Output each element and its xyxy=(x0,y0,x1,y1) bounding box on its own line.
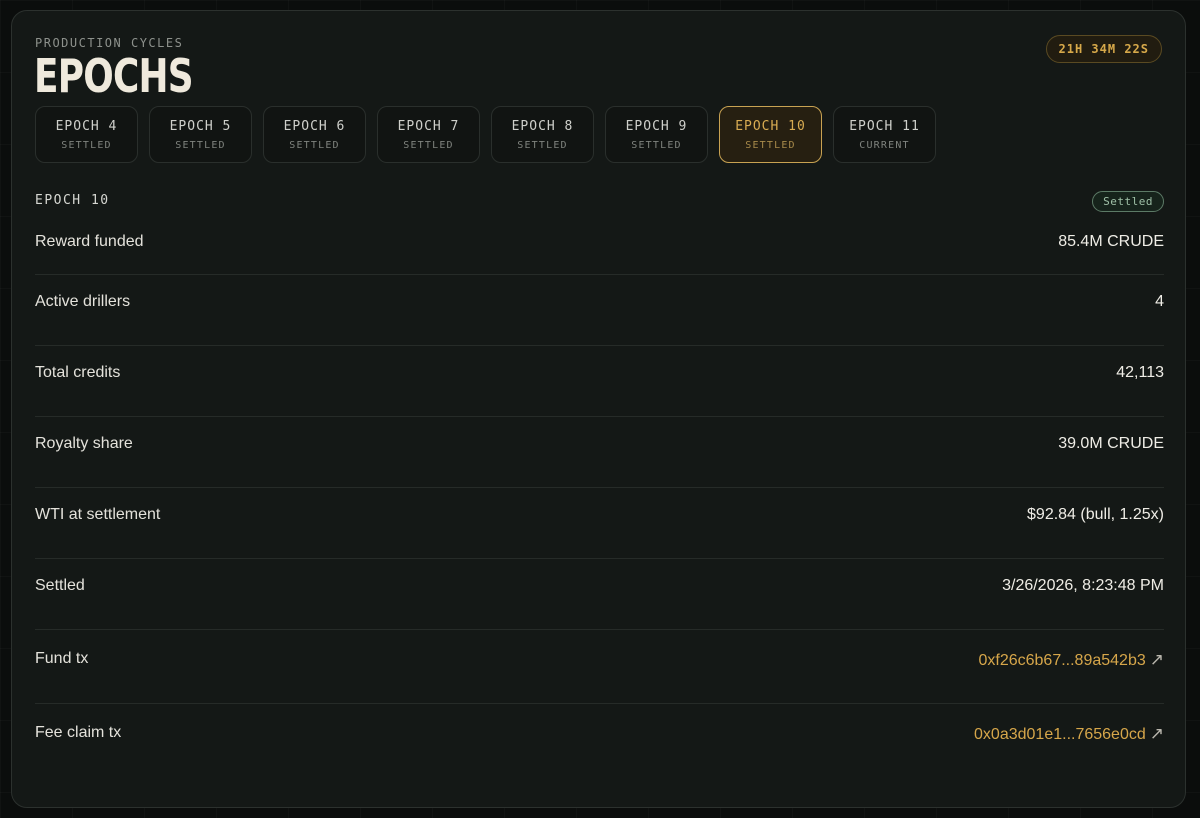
row-active-drillers: Active drillers 4 xyxy=(35,275,1164,346)
tab-label: EPOCH 5 xyxy=(169,118,232,134)
tab-epoch-10[interactable]: EPOCH 10 SETTLED xyxy=(719,106,822,163)
row-label: Total credits xyxy=(35,364,121,381)
tx-hash: 0x0a3d01e1...7656e0cd xyxy=(974,726,1146,743)
row-total-credits: Total credits 42,113 xyxy=(35,346,1164,417)
tab-label: EPOCH 9 xyxy=(625,118,688,134)
epochs-panel: PRODUCTION CYCLES EPOCHS 21H 34M 22S EPO… xyxy=(11,10,1186,808)
row-label: Fee claim tx xyxy=(35,724,122,741)
status-badge: Settled xyxy=(1092,191,1164,212)
tab-status: SETTLED xyxy=(631,139,682,151)
tab-status: SETTLED xyxy=(289,139,340,151)
tab-label: EPOCH 4 xyxy=(55,118,118,134)
row-value: 39.0M CRUDE xyxy=(1058,435,1164,452)
row-value: 4 xyxy=(1155,293,1164,310)
row-value: 85.4M CRUDE xyxy=(1058,233,1164,250)
countdown-timer: 21H 34M 22S xyxy=(1045,35,1162,63)
external-link-arrow-icon: ↗ xyxy=(1149,724,1164,743)
row-label: Settled xyxy=(35,577,85,594)
row-label: Royalty share xyxy=(35,435,133,452)
tab-epoch-5[interactable]: EPOCH 5 SETTLED xyxy=(149,106,252,163)
row-value: 42,113 xyxy=(1116,364,1164,381)
row-value: $92.84 (bull, 1.25x) xyxy=(1027,506,1164,523)
tx-hash: 0xf26c6b67...89a542b3 xyxy=(978,652,1146,669)
row-royalty-share: Royalty share 39.0M CRUDE xyxy=(35,417,1164,488)
tab-epoch-8[interactable]: EPOCH 8 SETTLED xyxy=(491,106,594,163)
row-label: Active drillers xyxy=(35,293,131,310)
tab-status: SETTLED xyxy=(745,139,796,151)
tab-label: EPOCH 10 xyxy=(735,118,806,134)
row-label: Fund tx xyxy=(35,650,89,667)
row-wti-at-settlement: WTI at settlement $92.84 (bull, 1.25x) xyxy=(35,488,1164,559)
tab-status: SETTLED xyxy=(175,139,226,151)
tab-status: SETTLED xyxy=(61,139,112,151)
tab-epoch-9[interactable]: EPOCH 9 SETTLED xyxy=(605,106,708,163)
row-reward-funded: Reward funded 85.4M CRUDE xyxy=(35,213,1164,275)
row-label: WTI at settlement xyxy=(35,506,161,523)
tab-label: EPOCH 8 xyxy=(511,118,574,134)
row-settled: Settled 3/26/2026, 8:23:48 PM xyxy=(35,559,1164,630)
epoch-tabs: EPOCH 4 SETTLED EPOCH 5 SETTLED EPOCH 6 … xyxy=(35,106,936,163)
tab-label: EPOCH 6 xyxy=(283,118,346,134)
tab-label: EPOCH 7 xyxy=(397,118,460,134)
tab-epoch-4[interactable]: EPOCH 4 SETTLED xyxy=(35,106,138,163)
tab-epoch-7[interactable]: EPOCH 7 SETTLED xyxy=(377,106,480,163)
tab-epoch-11[interactable]: EPOCH 11 CURRENT xyxy=(833,106,936,163)
tab-status: CURRENT xyxy=(859,139,910,151)
external-link-arrow-icon: ↗ xyxy=(1149,650,1164,669)
epoch-detail-title: EPOCH 10 xyxy=(35,193,110,208)
row-fund-tx: Fund tx 0xf26c6b67...89a542b3 ↗ xyxy=(35,630,1164,704)
tab-status: SETTLED xyxy=(403,139,454,151)
epoch-detail-header: EPOCH 10 Settled xyxy=(35,191,1164,212)
row-value: 3/26/2026, 8:23:48 PM xyxy=(1002,577,1164,594)
tab-label: EPOCH 11 xyxy=(849,118,920,134)
row-label: Reward funded xyxy=(35,233,144,250)
tab-epoch-6[interactable]: EPOCH 6 SETTLED xyxy=(263,106,366,163)
fee-claim-tx-link[interactable]: 0x0a3d01e1...7656e0cd ↗ xyxy=(974,724,1164,744)
fund-tx-link[interactable]: 0xf26c6b67...89a542b3 ↗ xyxy=(978,650,1164,670)
page-title: EPOCHS xyxy=(34,49,194,103)
epoch-detail-list: Reward funded 85.4M CRUDE Active driller… xyxy=(35,213,1164,778)
section-kicker: PRODUCTION CYCLES xyxy=(35,36,184,50)
row-fee-claim-tx: Fee claim tx 0x0a3d01e1...7656e0cd ↗ xyxy=(35,704,1164,778)
tab-status: SETTLED xyxy=(517,139,568,151)
